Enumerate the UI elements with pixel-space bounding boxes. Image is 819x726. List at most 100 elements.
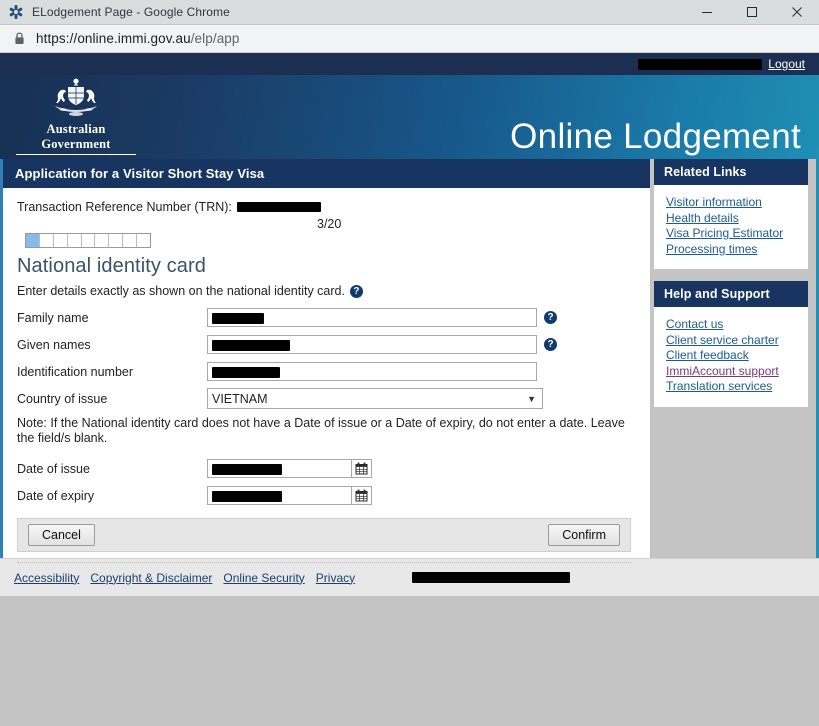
- progress-segment: [137, 234, 150, 247]
- user-name-redacted: [638, 59, 762, 70]
- progress-segment: [54, 234, 68, 247]
- progress-segment: [68, 234, 82, 247]
- progress-segment: [40, 234, 54, 247]
- banner-title: Online Lodgement: [510, 117, 801, 157]
- topbar-user-area: Logout: [638, 53, 805, 75]
- content-column: Application for a Visitor Short Stay Vis…: [0, 159, 650, 558]
- url-domain: https://online.immi.gov.au: [36, 31, 191, 46]
- help-support-body: Contact us Client service charter Client…: [654, 307, 808, 407]
- sidebar-column: Related Links Visitor information Health…: [650, 159, 819, 558]
- form-row-date-of-issue: Date of issue: [17, 458, 636, 479]
- footer-link-online-security[interactable]: Online Security: [223, 571, 304, 585]
- progress-segment: [95, 234, 109, 247]
- browser-tab-title: ELodgement Page - Google Chrome: [32, 5, 230, 19]
- sidebar-link-processing-times[interactable]: Processing times: [666, 242, 808, 258]
- identification-number-value-redacted: [212, 367, 280, 378]
- footer-link-accessibility[interactable]: Accessibility: [14, 571, 79, 585]
- intro-text: Enter details exactly as shown on the na…: [17, 284, 345, 298]
- calendar-icon[interactable]: [352, 459, 372, 478]
- chevron-down-icon: ▼: [527, 394, 536, 404]
- sidebar-link-immiaccount-support[interactable]: ImmiAccount support: [666, 364, 808, 380]
- help-support-panel: Help and Support Contact us Client servi…: [654, 281, 808, 407]
- crest-line-australian-government: Australian Government: [16, 122, 136, 155]
- australian-coat-of-arms: [43, 77, 109, 121]
- note-text: Note: If the National identity card does…: [17, 416, 632, 446]
- date-of-issue-value-redacted: [212, 464, 282, 475]
- url-text: https://online.immi.gov.au/elp/app: [36, 31, 240, 46]
- sidebar-link-health-details[interactable]: Health details: [666, 211, 808, 227]
- help-icon[interactable]: ?: [350, 285, 363, 298]
- page-footer: Accessibility Copyright & Disclaimer Onl…: [0, 558, 819, 596]
- form-row-country-of-issue: Country of issue VIETNAM ▼: [17, 388, 636, 409]
- sidebar-link-visa-pricing-estimator[interactable]: Visa Pricing Estimator: [666, 226, 808, 242]
- logout-link[interactable]: Logout: [768, 57, 805, 71]
- label-country-of-issue: Country of issue: [17, 392, 207, 406]
- footer-redacted-text: [412, 572, 570, 583]
- date-of-expiry-input[interactable]: [207, 486, 352, 505]
- form-body: Transaction Reference Number (TRN): 3/20: [3, 188, 650, 563]
- progress-bar: [25, 233, 151, 248]
- trn-value-redacted: [237, 202, 321, 212]
- progress-segment: [26, 234, 40, 247]
- country-of-issue-value: VIETNAM: [212, 392, 268, 406]
- progress-segment: [123, 234, 137, 247]
- close-icon[interactable]: [774, 0, 819, 24]
- government-crest: Australian Government Department of Home…: [16, 77, 136, 159]
- intro-line: Enter details exactly as shown on the na…: [17, 284, 636, 298]
- window-controls: [684, 0, 819, 24]
- family-name-input[interactable]: [207, 308, 537, 327]
- page-title: National identity card: [17, 255, 636, 278]
- dotted-separator: [17, 562, 631, 563]
- label-given-names: Given names: [17, 338, 207, 352]
- sidebar-link-client-service-charter[interactable]: Client service charter: [666, 333, 808, 349]
- progress-area: 3/20: [17, 217, 636, 247]
- country-of-issue-select[interactable]: VIETNAM ▼: [207, 388, 543, 409]
- calendar-icon[interactable]: [352, 486, 372, 505]
- label-date-of-issue: Date of issue: [17, 462, 207, 476]
- sidebar-link-client-feedback[interactable]: Client feedback: [666, 348, 808, 364]
- browser-url-bar[interactable]: https://online.immi.gov.au/elp/app: [0, 25, 819, 53]
- form-row-date-of-expiry: Date of expiry: [17, 485, 636, 506]
- related-links-panel: Related Links Visitor information Health…: [654, 159, 808, 269]
- minimize-icon[interactable]: [684, 0, 729, 24]
- help-icon[interactable]: ?: [544, 338, 557, 351]
- gear-icon: [8, 4, 24, 20]
- trn-label: Transaction Reference Number (TRN):: [17, 200, 232, 214]
- sidebar-link-visitor-information[interactable]: Visitor information: [666, 195, 808, 211]
- related-links-body: Visitor information Health details Visa …: [654, 185, 808, 269]
- progress-segment: [82, 234, 96, 247]
- browser-titlebar: ELodgement Page - Google Chrome: [0, 0, 819, 25]
- utility-topbar: Logout: [0, 53, 819, 75]
- main-layout: Application for a Visitor Short Stay Vis…: [0, 159, 819, 558]
- label-date-of-expiry: Date of expiry: [17, 489, 207, 503]
- progress-count: 3/20: [317, 217, 341, 231]
- help-support-heading: Help and Support: [654, 281, 808, 307]
- url-path: /elp/app: [191, 31, 240, 46]
- page-viewport: Logout: [0, 53, 819, 726]
- help-icon[interactable]: ?: [544, 311, 557, 324]
- sidebar-link-translation-services[interactable]: Translation services: [666, 379, 808, 395]
- given-names-input[interactable]: [207, 335, 537, 354]
- footer-link-privacy[interactable]: Privacy: [316, 571, 355, 585]
- label-identification-number: Identification number: [17, 365, 207, 379]
- cancel-button[interactable]: Cancel: [28, 524, 95, 546]
- progress-segment: [109, 234, 123, 247]
- date-of-expiry-value-redacted: [212, 491, 282, 502]
- form-row-identification-number: Identification number: [17, 361, 636, 382]
- site-banner: Australian Government Department of Home…: [0, 75, 819, 159]
- form-button-bar: Cancel Confirm: [17, 518, 631, 552]
- footer-link-copyright-disclaimer[interactable]: Copyright & Disclaimer: [90, 571, 212, 585]
- identification-number-input[interactable]: [207, 362, 537, 381]
- date-of-issue-input[interactable]: [207, 459, 352, 478]
- application-header: Application for a Visitor Short Stay Vis…: [3, 159, 650, 188]
- given-names-value-redacted: [212, 340, 290, 351]
- label-family-name: Family name: [17, 311, 207, 325]
- sidebar-link-contact-us[interactable]: Contact us: [666, 317, 808, 333]
- sidebar-panel-gap: [654, 269, 808, 281]
- lock-icon: [14, 32, 25, 45]
- confirm-button[interactable]: Confirm: [548, 524, 620, 546]
- family-name-value-redacted: [212, 313, 264, 324]
- trn-row: Transaction Reference Number (TRN):: [17, 200, 636, 214]
- form-row-family-name: Family name ?: [17, 307, 636, 328]
- maximize-icon[interactable]: [729, 0, 774, 24]
